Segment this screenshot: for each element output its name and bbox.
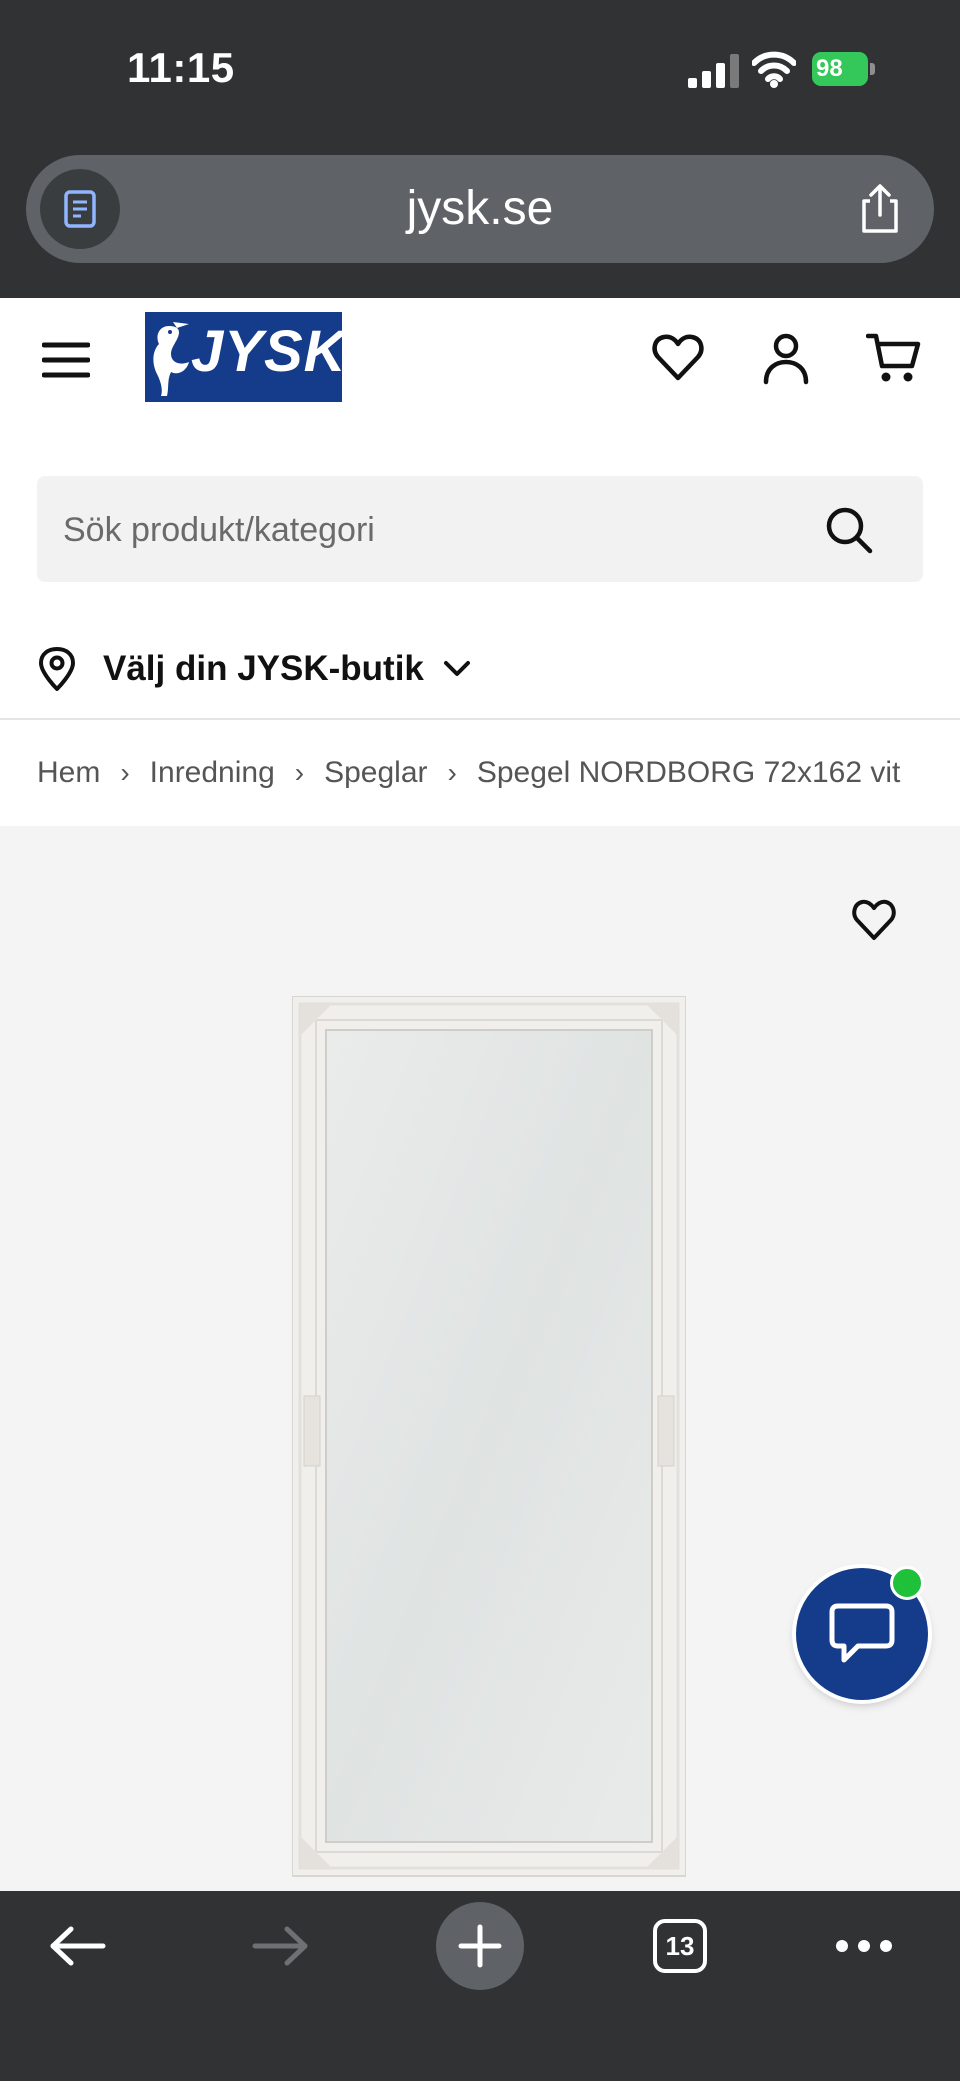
online-status-dot — [890, 1566, 924, 1600]
tabs-button[interactable]: 13 — [650, 1891, 710, 2001]
store-selector[interactable]: Välj din JYSK-butik — [37, 640, 472, 698]
bird-logo-icon — [153, 322, 189, 396]
hamburger-menu-icon[interactable] — [42, 340, 90, 380]
cellular-signal-icon — [688, 54, 739, 88]
store-selector-label: Välj din JYSK-butik — [103, 649, 424, 688]
user-icon[interactable] — [758, 330, 814, 386]
chat-bubble-icon — [829, 1603, 895, 1663]
product-image-mirror — [292, 996, 686, 1877]
tabs-icon: 13 — [653, 1919, 707, 1973]
search-bar[interactable] — [37, 476, 923, 584]
back-button[interactable] — [40, 1891, 116, 2001]
browser-toolbar: 13 — [0, 1891, 960, 2081]
new-tab-circle — [436, 1902, 524, 1990]
location-pin-icon — [39, 647, 75, 691]
plus-icon — [458, 1924, 502, 1968]
breadcrumb-separator-icon: › — [120, 757, 130, 788]
header-divider — [0, 718, 960, 720]
back-arrow-icon — [50, 1926, 106, 1966]
chat-button[interactable] — [796, 1566, 928, 1700]
search-icon[interactable] — [825, 506, 873, 554]
breadcrumb-item-current: Spegel NORDBORG 72x162 vit — [476, 756, 901, 789]
battery-indicator: 98 — [812, 52, 878, 88]
breadcrumb-separator-icon: › — [294, 757, 305, 788]
forward-button[interactable] — [242, 1891, 318, 2001]
heart-icon[interactable] — [650, 330, 706, 386]
jysk-logo[interactable]: JYSK — [145, 312, 346, 402]
breadcrumb-separator-icon: › — [447, 757, 457, 788]
new-tab-button[interactable] — [436, 1891, 524, 2001]
status-time: 11:15 — [127, 44, 235, 91]
battery-level: 98 — [812, 52, 868, 86]
search-input[interactable] — [61, 476, 825, 584]
cart-icon[interactable] — [866, 330, 922, 386]
address-bar[interactable]: jysk.se — [26, 155, 934, 263]
wifi-icon — [752, 51, 796, 88]
forward-arrow-icon — [252, 1926, 308, 1966]
battery-cap — [870, 63, 875, 75]
more-button[interactable] — [834, 1891, 894, 2001]
breadcrumb-item-speglar[interactable]: Speglar — [324, 756, 427, 790]
breadcrumb-item-inredning[interactable]: Inredning — [150, 756, 275, 790]
share-icon[interactable] — [856, 183, 904, 235]
logo-text: JYSK — [191, 319, 347, 384]
more-icon — [836, 1940, 892, 1952]
breadcrumb: Hem › Inredning › Speglar › Spegel NORDB… — [37, 748, 900, 798]
breadcrumb-item-hem[interactable]: Hem — [37, 756, 100, 790]
product-image-gallery[interactable] — [0, 826, 960, 1891]
url-text[interactable]: jysk.se — [26, 155, 934, 263]
chevron-down-icon — [443, 661, 470, 676]
add-to-wishlist-icon[interactable] — [850, 898, 898, 942]
